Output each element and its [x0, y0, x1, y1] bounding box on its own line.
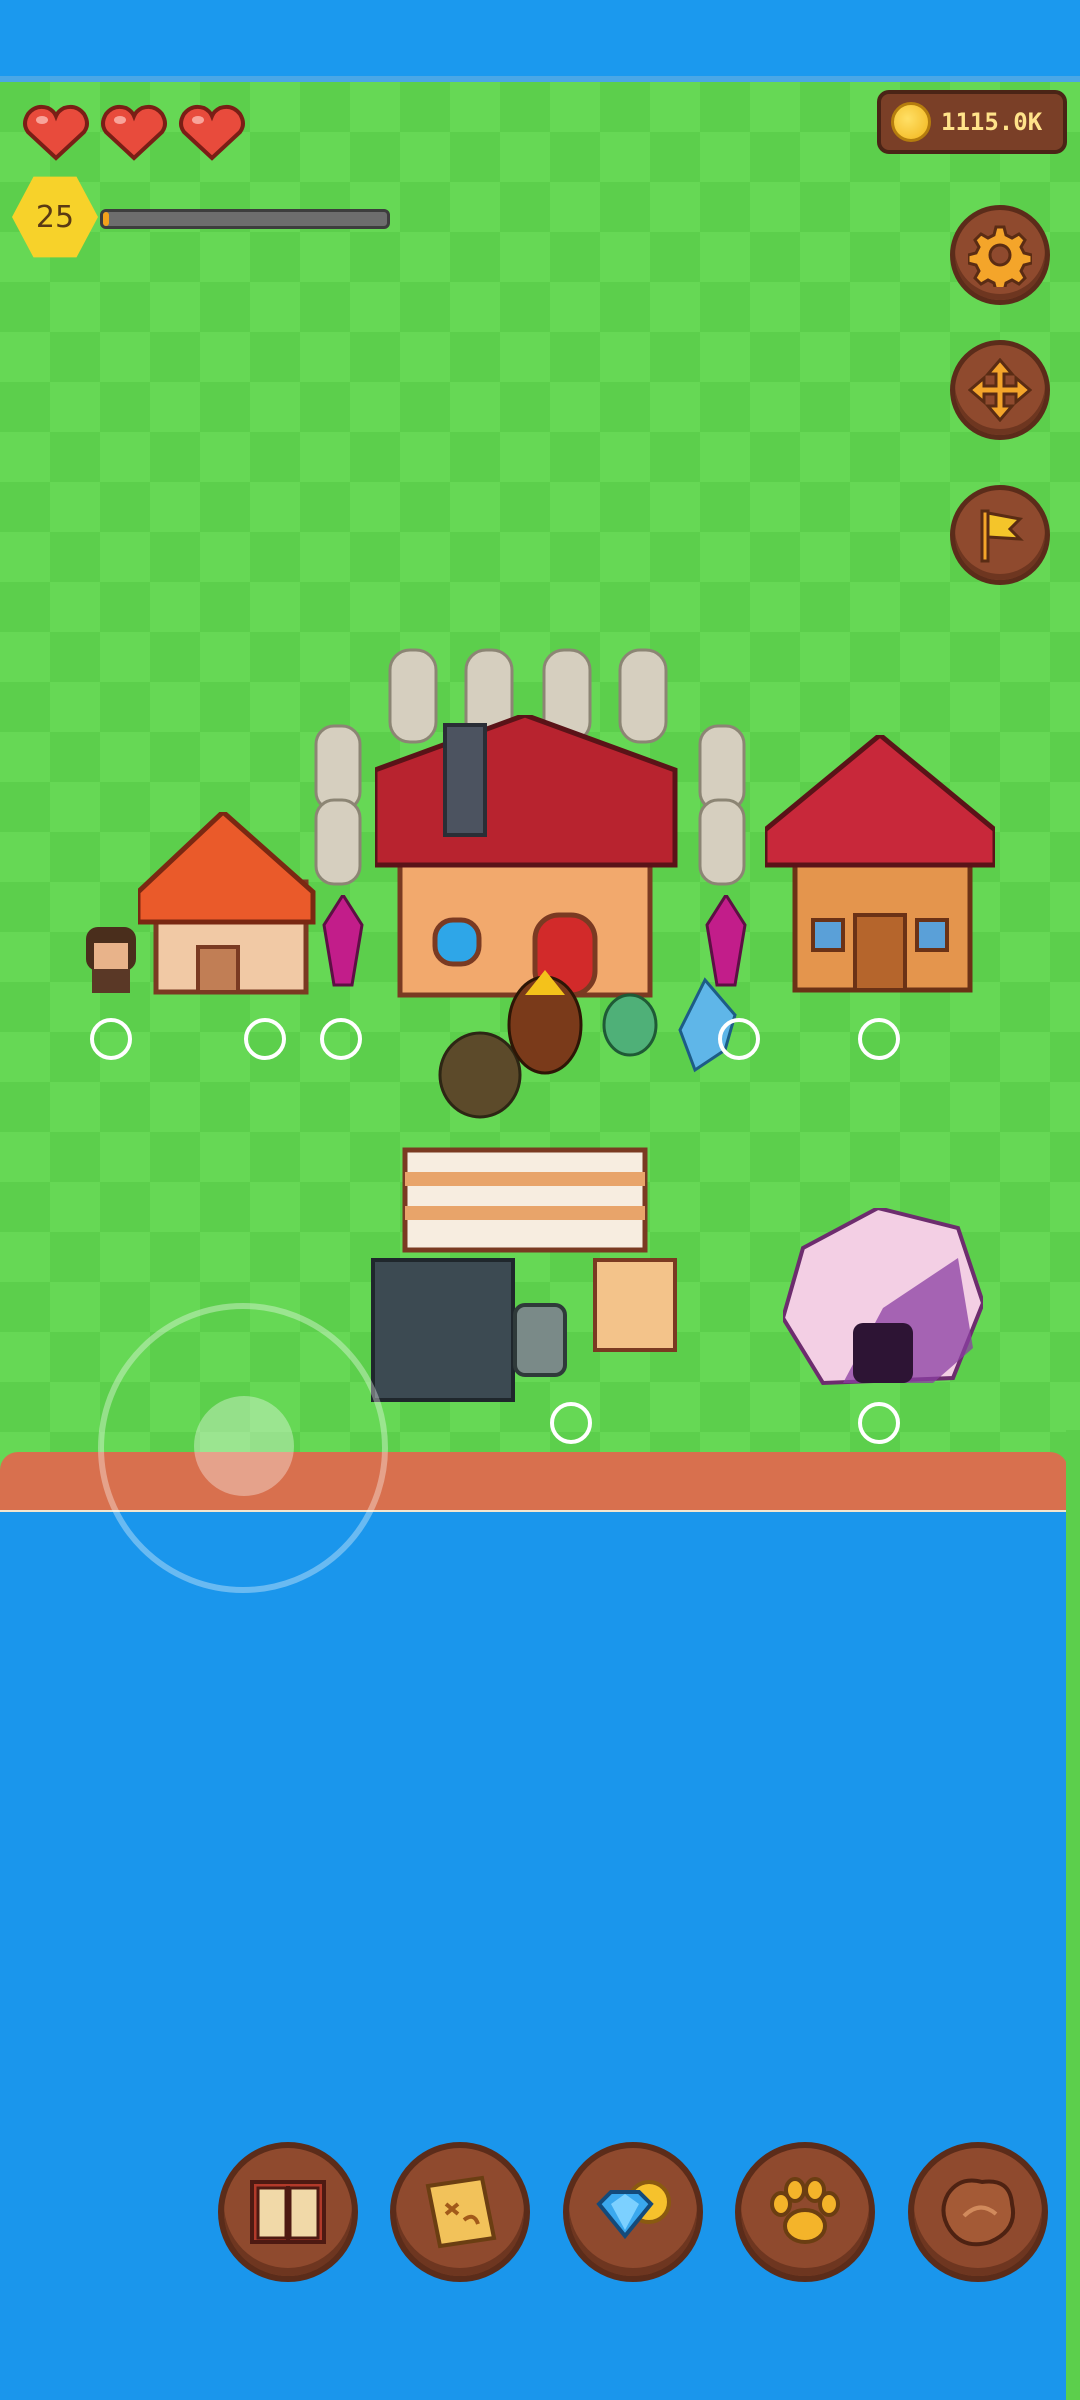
- flag-icon: [980, 509, 1024, 563]
- heart-icon: [101, 104, 167, 161]
- flag-button[interactable]: [950, 485, 1050, 585]
- water-bottom: [0, 1512, 1070, 2400]
- paw-icon: [770, 2177, 840, 2244]
- small-house-left[interactable]: [138, 812, 318, 997]
- leather-icon: [941, 2178, 1015, 2247]
- build-slot[interactable]: [858, 1402, 900, 1444]
- coin-icon: [891, 102, 931, 142]
- move-button[interactable]: [950, 340, 1050, 440]
- build-slot[interactable]: [244, 1018, 286, 1060]
- xp-progress-fill: [103, 212, 109, 226]
- pets-button[interactable]: [735, 2142, 875, 2282]
- book-button[interactable]: [218, 2142, 358, 2282]
- main-house[interactable]: [375, 715, 680, 1000]
- shop-button[interactable]: [563, 2142, 703, 2282]
- joystick-knob[interactable]: [194, 1396, 294, 1496]
- player-character: [86, 927, 136, 993]
- move-arrows-icon: [968, 358, 1032, 422]
- build-slot[interactable]: [90, 1018, 132, 1060]
- grass-edge: [1066, 1430, 1080, 2400]
- market-stall[interactable]: [365, 1110, 710, 1405]
- xp-progress-bar: [100, 209, 390, 229]
- settings-button[interactable]: [950, 205, 1050, 305]
- water-top: [0, 0, 1080, 80]
- gem-coin-icon: [596, 2180, 671, 2240]
- game-world: [0, 0, 1080, 2400]
- book-icon: [250, 2180, 326, 2244]
- gear-icon: [968, 225, 1032, 287]
- crystal-left: [322, 895, 364, 987]
- heart-icon: [23, 104, 89, 161]
- heart-icon: [179, 104, 245, 161]
- build-slot[interactable]: [550, 1402, 592, 1444]
- creatures-group: [438, 970, 737, 1119]
- build-slot[interactable]: [320, 1018, 362, 1060]
- coin-counter: 1115.0K: [877, 90, 1067, 154]
- cottage-right[interactable]: [765, 735, 995, 995]
- crystal-cave[interactable]: [783, 1208, 983, 1393]
- coin-amount: 1115.0K: [941, 108, 1043, 136]
- map-scroll-icon: [425, 2175, 497, 2249]
- build-slot[interactable]: [718, 1018, 760, 1060]
- map-button[interactable]: [390, 2142, 530, 2282]
- leather-button[interactable]: [908, 2142, 1048, 2282]
- health-hearts: [22, 102, 246, 162]
- level-value: 25: [35, 199, 75, 235]
- build-slot[interactable]: [858, 1018, 900, 1060]
